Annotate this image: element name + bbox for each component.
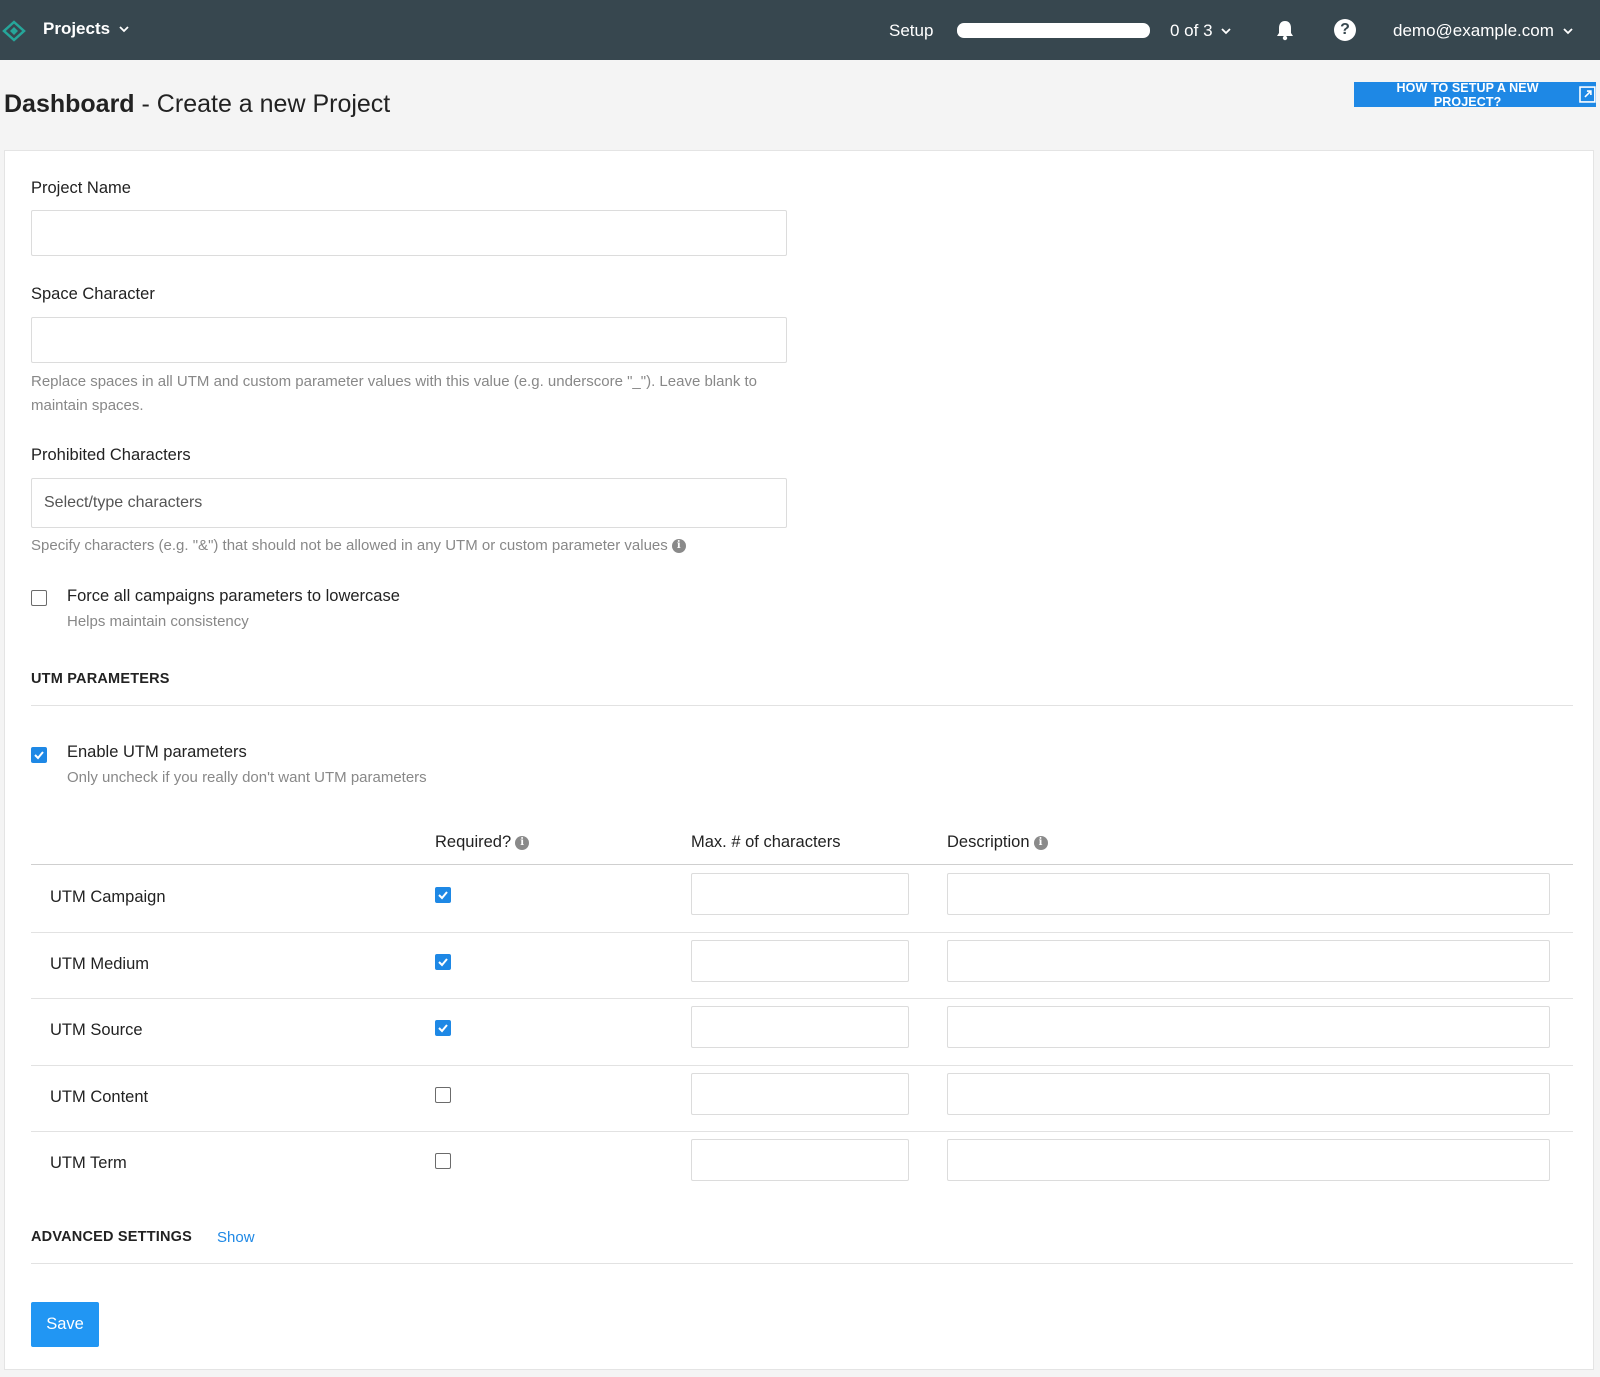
setup-label: Setup (889, 21, 934, 40)
utm-required-checkbox[interactable] (435, 953, 451, 970)
utm-parameters-section-title: UTM PARAMETERS (31, 671, 170, 687)
user-account-menu[interactable]: demo@example.com (1393, 21, 1573, 41)
utm-required-checkbox[interactable] (435, 1153, 451, 1170)
space-character-input[interactable] (31, 317, 787, 363)
section-divider (31, 1263, 1573, 1264)
advanced-settings-show-link[interactable]: Show (217, 1229, 255, 1246)
how-to-setup-label: HOW TO SETUP A NEW PROJECT? (1396, 80, 1539, 109)
max-characters-column-header: Max. # of characters (691, 833, 841, 851)
description-header-label: Description (947, 833, 1030, 851)
utm-row-label: UTM Content (50, 1087, 149, 1106)
utm-required-checkbox[interactable] (435, 887, 451, 904)
advanced-settings-title: ADVANCED SETTINGS (31, 1229, 193, 1245)
enable-utm-checkbox[interactable] (31, 747, 47, 763)
force-lowercase-hint: Helps maintain consistency (67, 613, 249, 630)
utm-max-characters-input[interactable] (691, 1072, 909, 1115)
save-button[interactable]: Save (31, 1302, 99, 1347)
utm-description-input[interactable] (947, 873, 1550, 916)
space-character-label: Space Character (31, 285, 155, 303)
create-project-form-card: Project Name Space Character Replace spa… (4, 150, 1594, 1370)
utm-description-input[interactable] (947, 939, 1550, 982)
page-title-subtitle: - Create a new Project (134, 90, 391, 118)
notifications-bell-icon[interactable] (1274, 19, 1296, 41)
chevron-down-icon (1220, 27, 1231, 34)
table-header-divider (31, 864, 1573, 865)
top-navigation-bar: Projects Setup 0 of 3 ? demo@example.com (0, 0, 1600, 60)
prohibited-characters-hint-text: Specify characters (e.g. "&") that shoul… (31, 537, 668, 554)
utm-description-input[interactable] (947, 1072, 1550, 1115)
how-to-setup-project-button[interactable]: HOW TO SETUP A NEW PROJECT? (1354, 80, 1596, 109)
force-lowercase-checkbox[interactable] (31, 590, 47, 606)
setup-steps-dropdown[interactable]: 0 of 3 (1170, 21, 1231, 41)
utm-max-characters-input[interactable] (691, 939, 909, 982)
chevron-down-icon (1563, 27, 1573, 34)
force-lowercase-label: Force all campaigns parameters to lowerc… (67, 587, 400, 605)
setup-progress-bar (957, 23, 1150, 38)
utm-row-label: UTM Campaign (50, 888, 166, 907)
table-row-divider (31, 998, 1573, 999)
enable-utm-hint: Only uncheck if you really don't want UT… (67, 769, 427, 786)
prohibited-characters-label: Prohibited Characters (31, 446, 191, 464)
info-icon[interactable]: i (1033, 835, 1048, 850)
page-title-dashboard: Dashboard (4, 90, 135, 118)
help-icon[interactable]: ? (1334, 19, 1356, 41)
utm-max-characters-input[interactable] (691, 1139, 909, 1182)
prohibited-characters-select[interactable] (31, 478, 787, 528)
utm-max-characters-input[interactable] (691, 1006, 909, 1049)
utm-row-label: UTM Source (50, 1021, 143, 1040)
table-row-divider (31, 931, 1573, 933)
project-name-label: Project Name (31, 179, 131, 197)
required-header-label: Required? (435, 833, 512, 851)
prohibited-characters-hint: Specify characters (e.g. "&") that shoul… (31, 534, 686, 558)
table-row-divider (31, 1131, 1573, 1132)
info-icon[interactable]: i (515, 835, 530, 850)
checkmark-icon (438, 958, 448, 967)
utm-required-checkbox[interactable] (435, 1020, 451, 1037)
user-email: demo@example.com (1393, 21, 1554, 40)
table-row-divider (31, 1064, 1573, 1066)
section-divider (31, 705, 1573, 706)
project-name-input[interactable] (31, 210, 787, 256)
space-character-hint: Replace spaces in all UTM and custom par… (31, 373, 758, 414)
enable-utm-label: Enable UTM parameters (67, 743, 247, 761)
projects-menu-label: Projects (43, 19, 111, 38)
checkmark-icon (34, 751, 44, 760)
chevron-down-icon (119, 25, 129, 32)
utm-required-checkbox[interactable] (435, 1086, 451, 1103)
info-icon[interactable]: i (671, 539, 686, 554)
projects-menu-button[interactable]: Projects (43, 19, 129, 39)
utm-description-input[interactable] (947, 1006, 1550, 1049)
description-column-header: Description i (947, 833, 1048, 852)
utm-row-label: UTM Term (50, 1154, 127, 1173)
page-title: Dashboard - Create a new Project (4, 90, 390, 119)
app-logo-icon[interactable] (2, 20, 26, 42)
utm-row-label: UTM Medium (50, 954, 150, 973)
required-column-header: Required? i (435, 833, 530, 852)
external-link-icon (1579, 86, 1596, 103)
setup-steps-label: 0 of 3 (1170, 21, 1213, 40)
utm-description-input[interactable] (947, 1139, 1550, 1182)
checkmark-icon (438, 1024, 448, 1033)
utm-max-characters-input[interactable] (691, 873, 909, 916)
checkmark-icon (438, 891, 448, 900)
